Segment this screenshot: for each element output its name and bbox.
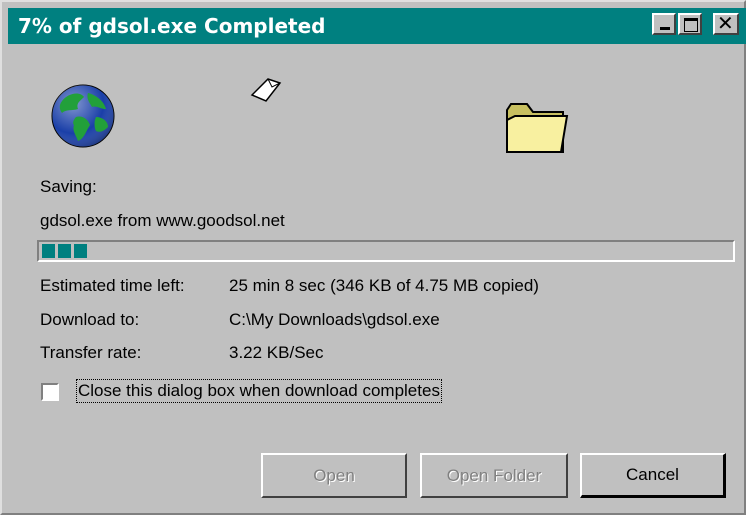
open-folder-button[interactable]: Open Folder [420,453,568,498]
window-title: 7% of gdsol.exe Completed [18,14,326,38]
close-when-done-label[interactable]: Close this dialog box when download comp… [76,379,442,403]
time-left-value: 25 min 8 sec (346 KB of 4.75 MB copied) [229,276,539,295]
file-source: gdsol.exe from www.goodsol.net [40,211,285,230]
close-when-done-checkbox[interactable] [41,383,59,401]
saving-label: Saving: [40,177,97,196]
download-to-value: C:\My Downloads\gdsol.exe [229,310,440,329]
globe-icon [51,84,115,148]
progress-block [42,244,55,258]
folder-icon [506,103,569,153]
progress-block [74,244,87,258]
transfer-rate-value: 3.22 KB/Sec [229,343,324,362]
download-to-label: Download to: [40,310,140,329]
progress-fill [42,244,87,258]
time-left-label: Estimated time left: [40,276,185,295]
cancel-button[interactable]: Cancel [580,453,726,498]
open-button[interactable]: Open [261,453,407,498]
close-icon: ✕ [717,11,734,35]
minimize-icon [660,27,670,30]
download-dialog: 7% of gdsol.exe Completed ✕ Saving: gdso… [0,0,746,515]
flying-paper-icon [250,78,282,102]
title-bar[interactable]: 7% of gdsol.exe Completed ✕ [8,8,746,44]
minimize-button[interactable] [652,13,676,35]
progress-block [58,244,71,258]
progress-bar [37,240,735,262]
transfer-rate-label: Transfer rate: [40,343,142,362]
maximize-icon [684,18,698,32]
maximize-button[interactable] [678,13,702,35]
close-button[interactable]: ✕ [713,11,739,35]
